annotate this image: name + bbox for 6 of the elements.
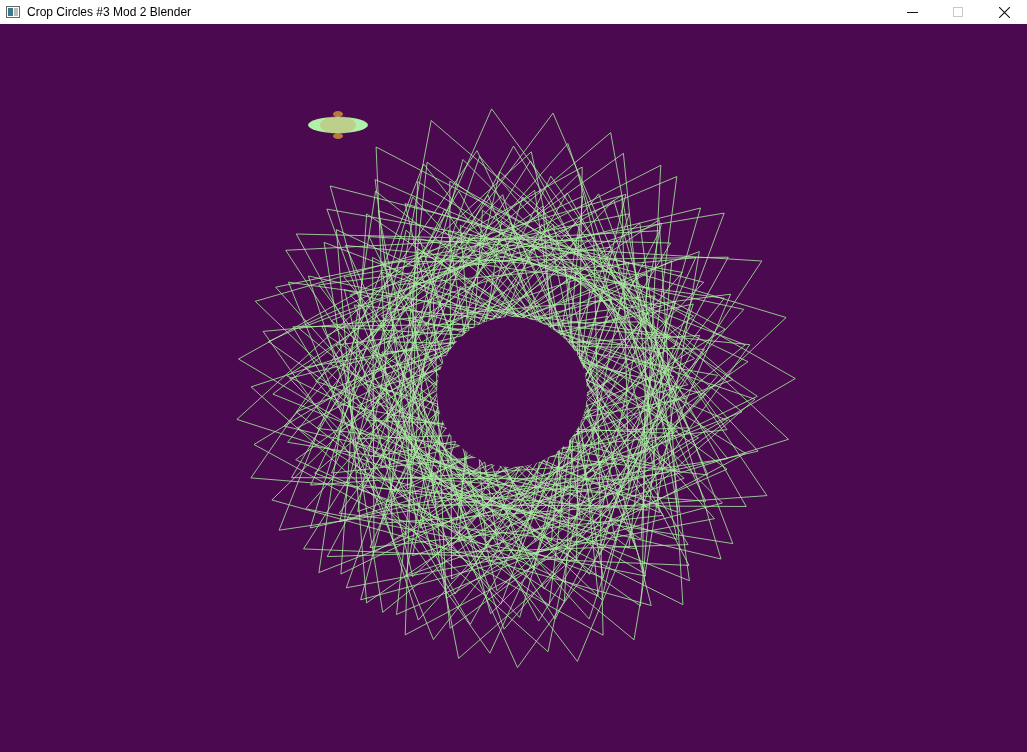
minimize-icon [906,11,918,13]
window-title: Crop Circles #3 Mod 2 Blender [27,4,192,21]
maximize-icon [953,7,963,17]
ufo-drawing [308,111,368,139]
app-icon [6,6,20,18]
close-icon [998,6,1010,18]
